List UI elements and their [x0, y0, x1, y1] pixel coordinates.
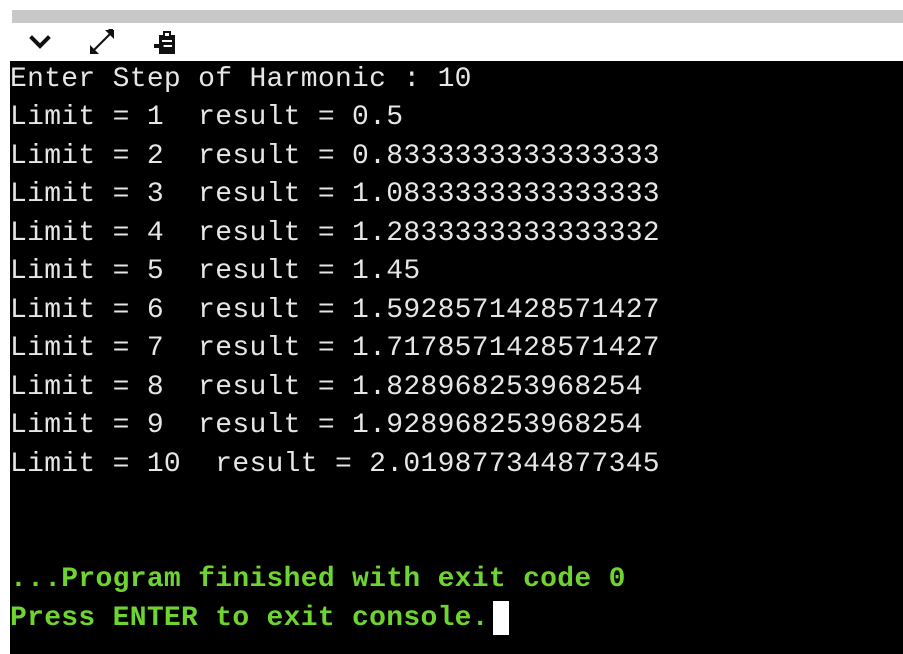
- exit-prompt-text: Press ENTER to exit console.: [10, 603, 489, 634]
- input-prompt-line: Enter Step of Harmonic : 10: [10, 64, 472, 95]
- result-line: Limit = 3 result = 1.0833333333333333: [10, 179, 660, 210]
- window-top-bar: [12, 10, 903, 23]
- result-line: Limit = 9 result = 1.928968253968254: [10, 410, 643, 441]
- result-line: Limit = 6 result = 1.5928571428571427: [10, 295, 660, 326]
- copy-button[interactable]: [150, 27, 182, 57]
- chevron-down-icon: [29, 35, 51, 49]
- clipboard-icon: [154, 31, 175, 54]
- exit-prompt-line: Press ENTER to exit console.: [10, 600, 509, 638]
- exit-code-message: ...Program finished with exit code 0: [10, 564, 626, 595]
- result-line: Limit = 1 result = 0.5: [10, 102, 404, 133]
- console-output[interactable]: Enter Step of Harmonic : 10 Limit = 1 re…: [10, 61, 903, 654]
- text-cursor: [492, 600, 509, 635]
- expand-icon: [90, 29, 114, 54]
- collapse-button[interactable]: [24, 27, 56, 57]
- console-toolbar: [0, 23, 903, 61]
- result-line: Limit = 4 result = 1.2833333333333332: [10, 218, 660, 249]
- result-line: Limit = 10 result = 2.019877344877345: [10, 449, 660, 480]
- result-line: Limit = 8 result = 1.828968253968254: [10, 372, 643, 403]
- result-line: Limit = 2 result = 0.8333333333333333: [10, 141, 660, 172]
- result-line: Limit = 5 result = 1.45: [10, 256, 421, 287]
- result-line: Limit = 7 result = 1.7178571428571427: [10, 333, 660, 364]
- expand-button[interactable]: [86, 27, 118, 57]
